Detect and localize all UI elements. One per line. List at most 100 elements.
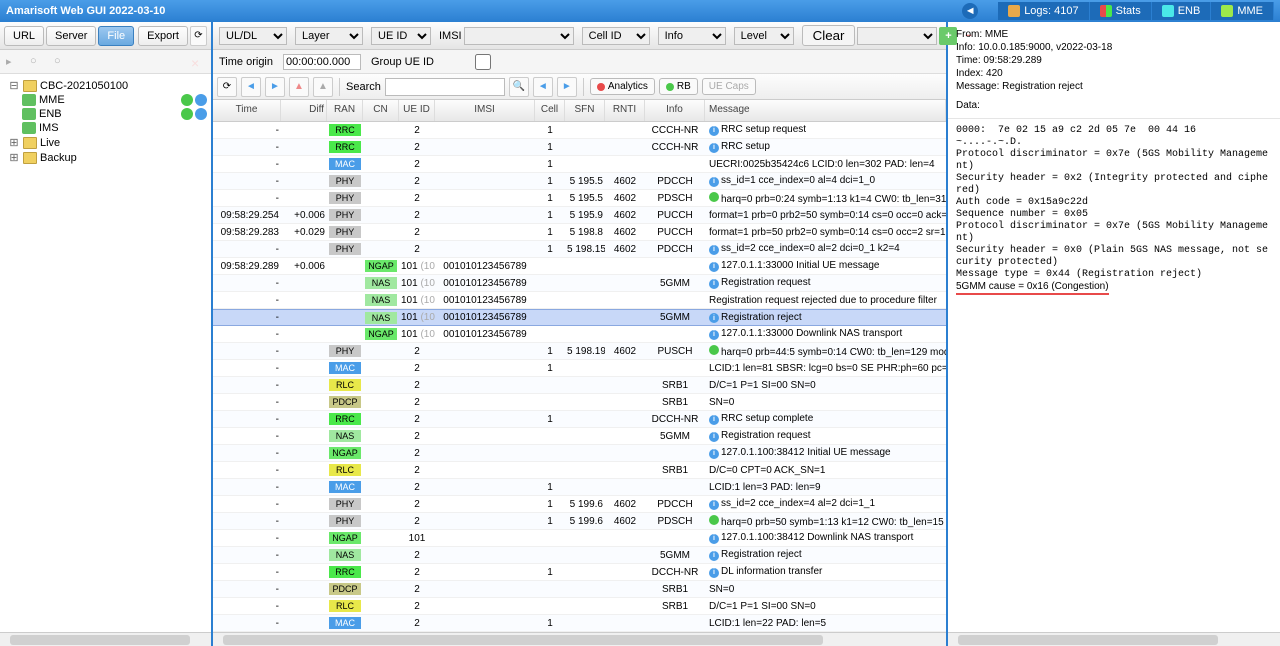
table-row[interactable]: -RLC2SRB1D/C=1 P=1 SI=00 SN=0 [213, 377, 946, 394]
table-row[interactable]: -MAC21UECRI:0025b35424c6 LCID:0 len=302 … [213, 156, 946, 173]
table-row[interactable]: -NGAP101i127.0.1.100:38412 Downlink NAS … [213, 530, 946, 547]
imsi-select[interactable] [464, 27, 574, 45]
col-info[interactable]: Info [645, 100, 705, 121]
file-button[interactable]: File [98, 26, 134, 46]
table-row[interactable]: -PDCP2SRB1SN=0 [213, 581, 946, 598]
analytics-button[interactable]: Analytics [590, 78, 655, 95]
table-row[interactable]: -PHY215 199.64602PDCCHiss_id=2 cce_index… [213, 496, 946, 513]
top-tab-enb[interactable]: ENB [1152, 2, 1212, 20]
table-row[interactable]: -MAC21LCID:1 len=81 SBSR: lcg=0 bs=0 SE … [213, 360, 946, 377]
table-row[interactable]: -RRC21DCCH-NRiRRC setup complete [213, 411, 946, 428]
col-ueid[interactable]: UE ID [399, 100, 435, 121]
table-row[interactable]: -RRC21CCCH-NRiRRC setup [213, 139, 946, 156]
center-hscroll[interactable] [213, 632, 946, 646]
table-row[interactable]: 09:58:29.254+0.006PHY215 195.94602PUCCHf… [213, 207, 946, 224]
info-icon: i [709, 551, 719, 561]
table-row[interactable]: -RLC2SRB1D/C=0 CPT=0 ACK_SN=1 [213, 462, 946, 479]
table-row[interactable]: -PHY215 195.54602PDSCHharq=0 prb=0:24 sy… [213, 190, 946, 207]
table-row[interactable]: -MAC21LCID:1 len=3 PAD: len=9 [213, 479, 946, 496]
detail-time: 09:58:29.289 [983, 55, 1041, 66]
top-tab-mme[interactable]: MME [1211, 2, 1274, 20]
col-cn[interactable]: CN [363, 100, 399, 121]
app-title: Amarisoft Web GUI 2022-03-10 [6, 5, 165, 17]
search-input[interactable] [385, 78, 505, 96]
top-tab-logs[interactable]: Logs: 4107 [998, 2, 1089, 20]
sync-icon[interactable]: ○ [30, 55, 44, 69]
col-rnti[interactable]: RNTI [605, 100, 645, 121]
table-row[interactable]: -NAS101 (100)0010101234567895GMMiRegistr… [213, 309, 946, 326]
collapse-left-icon[interactable]: ◄ [962, 3, 978, 19]
refresh-icon[interactable]: ⟳ [217, 77, 237, 97]
minus-icon[interactable]: ⊟ [8, 79, 20, 92]
col-msg[interactable]: Message [705, 100, 946, 121]
ueid-select[interactable]: UE ID [371, 27, 431, 45]
col-imsi[interactable]: IMSI [435, 100, 535, 121]
table-row[interactable]: 09:58:29.289+0.006NGAP101 (100)001010123… [213, 258, 946, 275]
table-row[interactable]: -NAS25GMMiRegistration request [213, 428, 946, 445]
col-time[interactable]: Time [213, 100, 281, 121]
clear-button[interactable]: Clear [802, 25, 856, 46]
tree-item[interactable]: ⊞Live [0, 135, 211, 150]
log-table-body[interactable]: -RRC21CCCH-NRiRRC setup request-RRC21CCC… [213, 122, 946, 632]
back-icon[interactable]: ◄ [241, 77, 261, 97]
search-fwd-icon[interactable]: ► [557, 77, 577, 97]
plus-icon[interactable]: ⊞ [8, 136, 20, 149]
table-row[interactable]: -MAC21LCID:1 len=22 PAD: len=5 [213, 615, 946, 632]
search-back-icon[interactable]: ◄ [533, 77, 553, 97]
table-row[interactable]: -PHY215 198.194602PUSCHharq=0 prb=44:5 s… [213, 343, 946, 360]
error-icon[interactable]: ▲ [313, 77, 333, 97]
ue-caps-button[interactable]: UE Caps [702, 78, 756, 95]
col-sfn[interactable]: SFN [565, 100, 605, 121]
uldl-select[interactable]: UL/DL [219, 27, 287, 45]
server-button[interactable]: Server [46, 26, 96, 46]
status-badge [195, 94, 207, 106]
cellid-select[interactable]: Cell ID [582, 27, 650, 45]
table-row[interactable]: -RRC21DCCH-NRiDL information transfer [213, 564, 946, 581]
left-hscroll[interactable] [0, 632, 211, 646]
clear-select[interactable] [857, 27, 937, 45]
info-select[interactable]: Info [658, 27, 726, 45]
table-row[interactable]: -NAS101 (100)0010101234567895GMMiRegistr… [213, 275, 946, 292]
plus-icon[interactable]: ⊞ [8, 151, 20, 164]
tree-item[interactable]: IMS [0, 121, 211, 135]
table-row[interactable]: -PDCP2SRB1SN=0 [213, 394, 946, 411]
col-diff[interactable]: Diff [281, 100, 327, 121]
close-icon[interactable]: × [191, 55, 205, 69]
detail-message: Registration reject [1002, 81, 1083, 92]
table-row[interactable]: -NAS25GMMiRegistration reject [213, 547, 946, 564]
tree-item[interactable]: ENB [0, 107, 211, 121]
top-tab-stats[interactable]: Stats [1090, 2, 1152, 20]
tree-item[interactable]: ⊞Backup [0, 150, 211, 165]
table-row[interactable]: -PHY215 195.54602PDCCHiss_id=1 cce_index… [213, 173, 946, 190]
table-row[interactable]: -NAS101 (100)001010123456789Registration… [213, 292, 946, 309]
action-bar: ⟳ ◄ ► ▲ ▲ Search 🔍 ◄ ► Analytics RB UE C… [213, 74, 946, 100]
folder-icon [23, 137, 37, 149]
left-panel: URL Server File Export ⟳ ▸ ○ ○ × ⊟CBC-20… [0, 22, 213, 646]
table-row[interactable]: -PHY215 199.64602PDSCHharq=0 prb=50 symb… [213, 513, 946, 530]
warn-icon[interactable]: ▲ [289, 77, 309, 97]
level-select[interactable]: Level [734, 27, 794, 45]
group-ueid-checkbox[interactable] [444, 54, 522, 70]
right-hscroll[interactable] [948, 632, 1280, 646]
table-row[interactable]: -NGAP2i127.0.1.100:38412 Initial UE mess… [213, 445, 946, 462]
time-origin-input[interactable] [283, 54, 361, 70]
table-row[interactable]: -RLC2SRB1D/C=1 P=1 SI=00 SN=0 [213, 598, 946, 615]
table-row[interactable]: -PHY215 198.154602PDCCHiss_id=2 cce_inde… [213, 241, 946, 258]
rb-button[interactable]: RB [659, 78, 698, 95]
forward-icon[interactable]: ► [265, 77, 285, 97]
table-row[interactable]: -NGAP101 (100)001010123456789i127.0.1.1:… [213, 326, 946, 343]
tree-item[interactable]: ⊟CBC-2021050100 [0, 78, 211, 93]
search-icon[interactable]: 🔍 [509, 77, 529, 97]
export-button[interactable]: Export [138, 26, 188, 46]
col-cell[interactable]: Cell [535, 100, 565, 121]
col-ran[interactable]: RAN [327, 100, 363, 121]
table-row[interactable]: -RRC21CCCH-NRiRRC setup request [213, 122, 946, 139]
refresh-icon[interactable]: ⟳ [190, 26, 207, 46]
layer-select[interactable]: Layer [295, 27, 363, 45]
tree-item[interactable]: MME [0, 93, 211, 107]
url-button[interactable]: URL [4, 26, 44, 46]
sync2-icon[interactable]: ○ [54, 55, 68, 69]
table-row[interactable]: 09:58:29.283+0.029PHY215 198.84602PUCCHf… [213, 224, 946, 241]
arrow-icon[interactable]: ▸ [6, 55, 20, 69]
search-label: Search [346, 81, 381, 93]
